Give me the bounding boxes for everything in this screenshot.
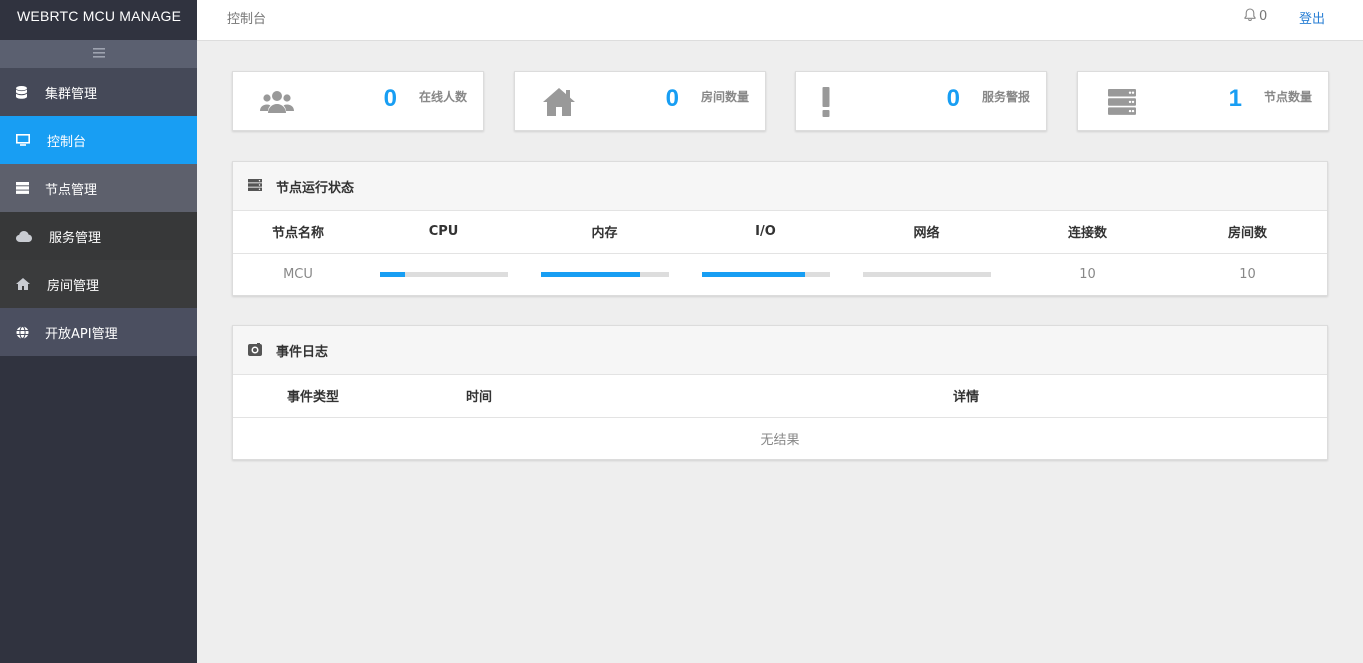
notification-count: 0 <box>1259 9 1268 24</box>
column-header: 事件类型 <box>233 375 393 418</box>
cpu-cell <box>363 253 524 295</box>
sidebar-item-nodes[interactable]: 节点管理 <box>0 164 197 212</box>
cpu-progress-bar <box>379 271 508 277</box>
panel-title: 事件日志 <box>276 344 329 360</box>
breadcrumb: 控制台 <box>227 12 267 27</box>
monitor-icon <box>16 134 36 146</box>
progress-fill <box>701 271 806 277</box>
sidebar-item-label: 房间管理 <box>47 278 100 294</box>
sidebar-item-label: 服务管理 <box>49 230 102 246</box>
database-icon <box>16 85 36 99</box>
column-header: 连接数 <box>1007 211 1168 254</box>
sidebar: WEBRTC MCU MANAGE 集群管理 控制台 节点管理 服务管理 房间管 <box>0 0 197 663</box>
exclamation-icon <box>806 86 846 118</box>
table-header-row: 节点名称 CPU 内存 I/O 网络 连接数 房间数 <box>233 211 1327 254</box>
column-header: 详情 <box>565 375 1327 418</box>
column-header: 内存 <box>524 211 685 254</box>
column-header: 房间数 <box>1168 211 1327 254</box>
home-icon <box>16 278 36 290</box>
app-brand: WEBRTC MCU MANAGE <box>0 0 197 40</box>
sidebar-item-services[interactable]: 服务管理 <box>0 212 197 260</box>
stat-value: 0 <box>946 85 960 112</box>
sidebar-item-label: 控制台 <box>47 134 87 150</box>
top-header: 控制台 0 登出 <box>197 0 1363 41</box>
connections-cell: 10 <box>1079 266 1096 282</box>
node-status-table: 节点名称 CPU 内存 I/O 网络 连接数 房间数 MCU 10 10 <box>233 211 1327 295</box>
notifications-button[interactable]: 0 <box>1244 8 1267 25</box>
progress-fill <box>540 271 641 277</box>
rooms-cell: 10 <box>1239 266 1256 282</box>
sidebar-item-label: 集群管理 <box>45 86 98 102</box>
panel-title: 节点运行状态 <box>276 180 355 196</box>
memory-cell <box>524 253 685 295</box>
column-header: 时间 <box>393 375 565 418</box>
server-icon <box>248 179 262 193</box>
cloud-icon <box>16 230 36 242</box>
users-icon <box>257 86 297 118</box>
stat-label: 在线人数 <box>418 90 467 104</box>
event-log-panel: 事件日志 事件类型 时间 详情 无结果 <box>232 325 1328 460</box>
column-header: CPU <box>363 211 524 254</box>
stat-card-online-users: 0 在线人数 <box>232 71 484 131</box>
sidebar-item-cluster[interactable]: 集群管理 <box>0 68 197 116</box>
sidebar-item-label: 节点管理 <box>45 182 98 198</box>
menu-icon <box>92 47 105 62</box>
node-name-cell: MCU <box>283 266 313 282</box>
progress-fill <box>379 271 406 277</box>
stat-label: 服务警报 <box>981 90 1030 104</box>
stat-card-room-count: 0 房间数量 <box>514 71 766 131</box>
server-icon <box>16 182 36 194</box>
bell-icon <box>1244 8 1256 25</box>
sidebar-item-dashboard[interactable]: 控制台 <box>0 116 197 164</box>
stat-label: 房间数量 <box>700 90 749 104</box>
globe-icon <box>16 325 36 339</box>
server-icon <box>1102 86 1142 118</box>
network-cell <box>846 253 1007 295</box>
stat-value: 0 <box>383 85 397 112</box>
column-header: 网络 <box>846 211 1007 254</box>
table-row: 无结果 <box>233 417 1327 459</box>
panel-header: 事件日志 <box>233 326 1327 375</box>
io-cell <box>685 253 846 295</box>
stat-value: 1 <box>1228 85 1242 112</box>
column-header: I/O <box>685 211 846 254</box>
node-status-panel: 节点运行状态 节点名称 CPU 内存 I/O 网络 连接数 房间数 MCU 10… <box>232 161 1328 296</box>
sidebar-item-label: 开放API管理 <box>45 326 118 342</box>
network-progress-bar <box>862 271 991 277</box>
logout-link[interactable]: 登出 <box>1299 8 1325 27</box>
panel-header: 节点运行状态 <box>233 162 1327 211</box>
stat-card-service-alerts: 0 服务警报 <box>795 71 1047 131</box>
sidebar-toggle-button[interactable] <box>0 40 197 68</box>
empty-result-cell: 无结果 <box>760 432 800 448</box>
column-header: 节点名称 <box>233 211 363 254</box>
camera-icon <box>248 343 262 357</box>
stat-label: 节点数量 <box>1263 90 1312 104</box>
memory-progress-bar <box>540 271 669 277</box>
table-row: MCU 10 10 <box>233 253 1327 295</box>
sidebar-item-open-api[interactable]: 开放API管理 <box>0 308 197 356</box>
home-icon <box>539 86 579 118</box>
sidebar-item-rooms[interactable]: 房间管理 <box>0 260 197 308</box>
stat-card-node-count: 1 节点数量 <box>1077 71 1329 131</box>
stat-value: 0 <box>665 85 679 112</box>
io-progress-bar <box>701 271 830 277</box>
event-log-table: 事件类型 时间 详情 无结果 <box>233 375 1327 459</box>
table-header-row: 事件类型 时间 详情 <box>233 375 1327 418</box>
